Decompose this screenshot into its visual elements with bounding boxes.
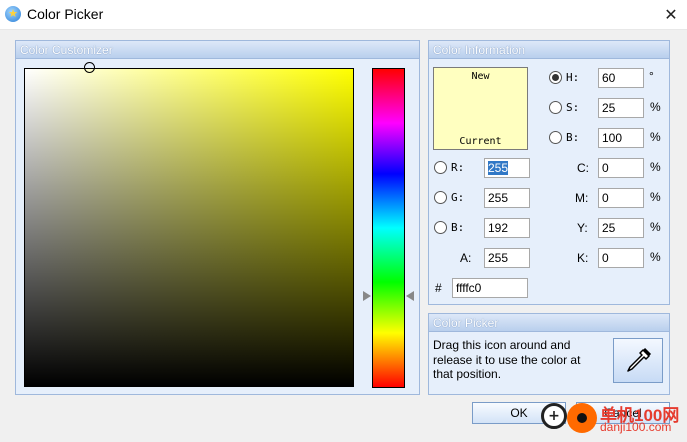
- yellow-input[interactable]: 25: [598, 218, 644, 238]
- hex-input[interactable]: ffffc0: [452, 278, 528, 298]
- magenta-label: M:: [575, 191, 589, 205]
- black-input[interactable]: 0: [598, 248, 644, 268]
- hue-unit: °: [649, 69, 654, 83]
- swatch-current-label: Current: [459, 136, 502, 147]
- color-swatch: New Current: [433, 67, 528, 150]
- hue-label: H:: [566, 71, 580, 84]
- watermark-dot-icon: [567, 403, 597, 433]
- red-radio[interactable]: [434, 161, 447, 174]
- blue-radio[interactable]: [434, 221, 447, 234]
- saturation-radio[interactable]: [549, 101, 562, 114]
- site-watermark: + 单机100网 danji100.com: [538, 398, 683, 438]
- green-radio[interactable]: [434, 191, 447, 204]
- app-star-icon: ★: [5, 6, 21, 22]
- close-button[interactable]: ✕: [658, 2, 684, 26]
- saturation-input[interactable]: 25: [598, 98, 644, 118]
- color-picker-panel: Color Picker Drag this icon around and r…: [428, 313, 670, 395]
- color-customizer-header: Color Customizer: [16, 41, 419, 59]
- color-selector-cursor[interactable]: [84, 62, 95, 73]
- watermark-plus-icon: +: [541, 403, 567, 429]
- hue-slider-left-arrow[interactable]: [363, 291, 371, 301]
- hue-slider-right-arrow[interactable]: [406, 291, 414, 301]
- magenta-unit: %: [650, 190, 661, 204]
- brightness-label: B:: [566, 131, 580, 144]
- red-input[interactable]: 255: [484, 158, 530, 178]
- hue-input[interactable]: 60: [598, 68, 644, 88]
- blue-label: B:: [451, 221, 465, 234]
- black-unit: %: [650, 250, 661, 264]
- brightness-radio[interactable]: [549, 131, 562, 144]
- cyan-label: C:: [577, 161, 589, 175]
- brightness-input[interactable]: 100: [598, 128, 644, 148]
- picker-instructions: Drag this icon around and release it to …: [433, 338, 581, 381]
- green-input[interactable]: 255: [484, 188, 530, 208]
- hue-radio[interactable]: [549, 71, 562, 84]
- color-information-header: Color Information: [429, 41, 669, 59]
- alpha-input[interactable]: 255: [484, 248, 530, 268]
- brightness-unit: %: [650, 130, 661, 144]
- cyan-input[interactable]: 0: [598, 158, 644, 178]
- title-bar: ★ Color Picker ✕: [0, 0, 687, 30]
- hue-slider[interactable]: [372, 68, 405, 388]
- window-title: Color Picker: [27, 6, 104, 22]
- cyan-unit: %: [650, 160, 661, 174]
- alpha-label: A:: [460, 251, 472, 265]
- saturation-unit: %: [650, 100, 661, 114]
- green-label: G:: [451, 191, 465, 204]
- saturation-label: S:: [566, 101, 580, 114]
- color-information-panel: Color Information New Current H: 60 ° S:…: [428, 40, 670, 305]
- blue-input[interactable]: 192: [484, 218, 530, 238]
- swatch-new-label: New: [471, 71, 490, 82]
- hex-label: #: [435, 281, 442, 295]
- color-picker-header: Color Picker: [429, 314, 669, 332]
- watermark-domain: danji100.com: [600, 420, 672, 434]
- eyedropper-icon: [627, 347, 652, 372]
- eyedropper-button[interactable]: [613, 338, 663, 383]
- yellow-label: Y:: [577, 221, 588, 235]
- red-label: R:: [451, 161, 465, 174]
- color-customizer-panel: Color Customizer: [15, 40, 420, 395]
- black-label: K:: [577, 251, 589, 265]
- yellow-unit: %: [650, 220, 661, 234]
- saturation-brightness-field[interactable]: [24, 62, 354, 387]
- dialog-body: Color Customizer Color Information New C…: [0, 30, 687, 442]
- magenta-input[interactable]: 0: [598, 188, 644, 208]
